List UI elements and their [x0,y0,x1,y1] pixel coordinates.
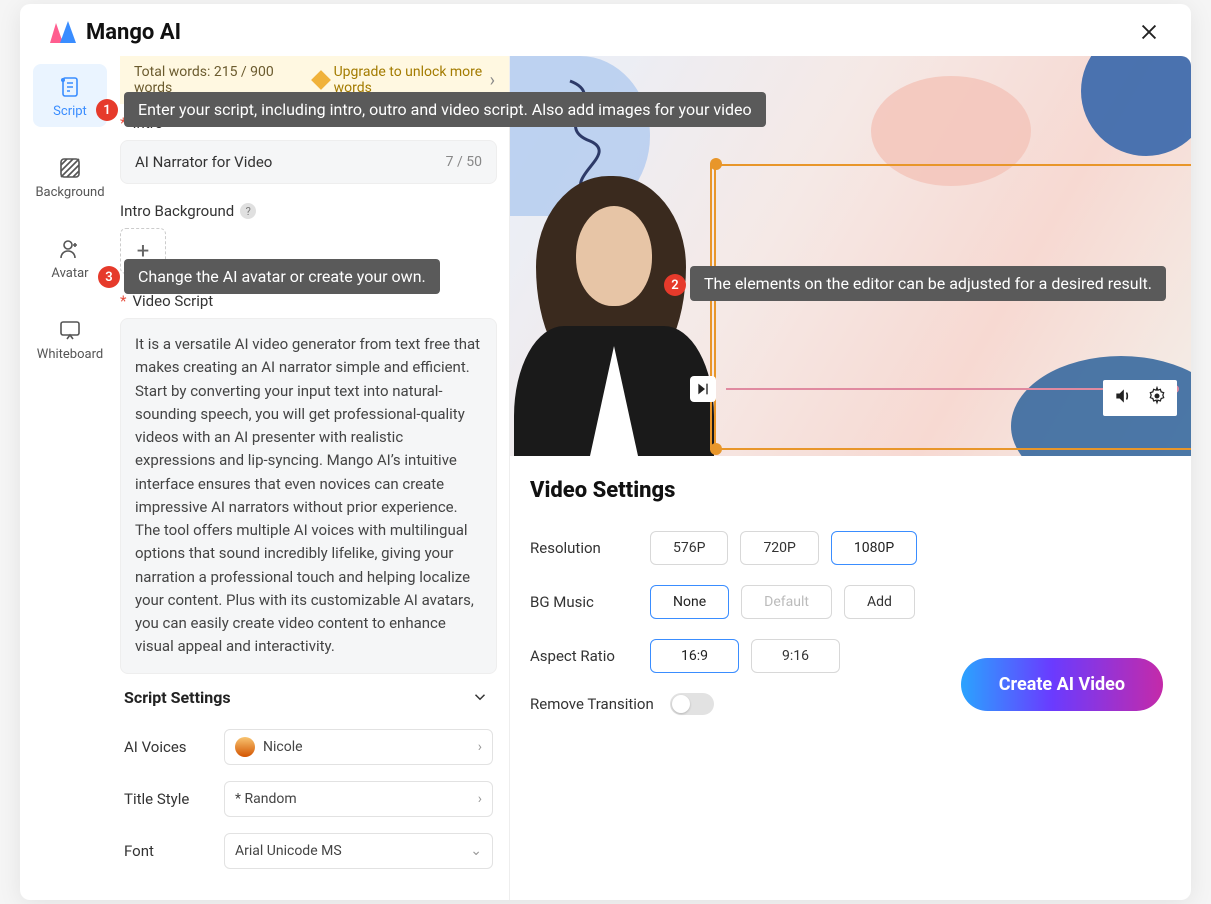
app-name: Mango AI [86,20,181,45]
sidebar-label: Avatar [51,266,88,281]
modal-body: Script Background Avatar Whiteboard Tota… [20,56,1191,900]
sidebar-label: Background [35,185,104,200]
resolution-720p[interactable]: 720P [740,531,818,565]
intro-char-count: 7 / 50 [446,154,482,170]
title-style-row: Title Style * Random › [120,773,497,825]
resolution-576p[interactable]: 576P [650,531,728,565]
app-logo: Mango AI [48,19,181,45]
chevron-down-icon [471,688,489,706]
tip-marker-1: 1 [96,99,118,121]
bg-music-add[interactable]: Add [844,585,915,619]
font-row: Font Arial Unicode MS ⌄ [120,825,497,877]
script-scroll[interactable]: * Intro AI Narrator for Video 7 / 50 Int… [120,104,509,900]
close-button[interactable] [1135,18,1163,46]
bg-music-default: Default [741,585,832,619]
skip-forward-button[interactable] [690,376,716,402]
chevron-right-icon: › [478,739,482,755]
video-settings-title: Video Settings [530,478,1167,503]
intro-bg-label: Intro Background ? [120,202,497,220]
tip-3: Change the AI avatar or create your own. [124,259,440,294]
avatar-placeholder[interactable] [510,166,714,456]
skip-forward-icon [695,381,711,397]
ai-voices-select[interactable]: Nicole › [224,729,493,765]
resize-handle[interactable] [710,443,722,455]
create-ai-video-button[interactable]: Create AI Video [961,658,1163,711]
video-script-textarea[interactable]: It is a versatile AI video generator fro… [120,318,497,674]
sidebar: Script Background Avatar Whiteboard [20,56,120,900]
background-icon [57,155,83,181]
volume-button[interactable] [1113,386,1133,410]
sidebar-item-script[interactable]: Script [33,64,107,127]
remove-transition-toggle[interactable] [670,693,714,715]
tip-2: The elements on the editor can be adjust… [690,266,1166,301]
modal-header: Mango AI [20,4,1191,56]
tip-marker-3: 3 [98,266,120,288]
resize-handle[interactable] [710,158,722,170]
aspect-16-9[interactable]: 16:9 [650,639,739,673]
video-settings-panel: Video Settings Resolution 576P 720P 1080… [510,456,1191,735]
video-script-label: * Video Script [120,292,497,310]
gear-icon [1147,386,1167,406]
script-icon [57,74,83,100]
resolution-row: Resolution 576P 720P 1080P [530,521,1167,575]
editor-modal: Mango AI Script Background Avatar Whiteb… [20,4,1191,900]
script-settings-toggle[interactable]: Script Settings [120,674,497,721]
chevron-right-icon: › [490,70,495,91]
tip-1: Enter your script, including intro, outr… [124,92,766,127]
chevron-right-icon: › [478,791,482,807]
sidebar-item-background[interactable]: Background [33,145,107,208]
aspect-9-16[interactable]: 9:16 [751,639,840,673]
sidebar-item-whiteboard[interactable]: Whiteboard [33,307,107,370]
bg-music-row: BG Music None Default Add [530,575,1167,629]
settings-button[interactable] [1147,386,1167,410]
sidebar-label: Script [53,104,87,119]
title-style-select[interactable]: * Random › [224,781,493,817]
font-select[interactable]: Arial Unicode MS ⌄ [224,833,493,869]
volume-icon [1113,386,1133,406]
logo-mark-icon [48,19,78,45]
intro-input[interactable]: AI Narrator for Video 7 / 50 [120,140,497,184]
whiteboard-icon [57,317,83,343]
tip-marker-2: 2 [664,274,686,296]
preview-column: Video Settings Resolution 576P 720P 1080… [510,56,1191,900]
ai-voices-row: AI Voices Nicole › [120,721,497,773]
script-panel: Total words: 215 / 900 words Upgrade to … [120,56,510,900]
diamond-icon [311,70,331,90]
selection-box[interactable] [710,164,716,450]
sidebar-label: Whiteboard [37,347,103,362]
bg-music-none[interactable]: None [650,585,729,619]
help-icon[interactable]: ? [240,203,256,219]
canvas-tools [1103,380,1177,416]
voice-avatar-icon [235,737,255,757]
avatar-icon [57,236,83,262]
close-icon [1138,21,1160,43]
resolution-1080p[interactable]: 1080P [831,531,917,565]
sidebar-item-avatar[interactable]: Avatar [33,226,107,289]
chevron-down-icon: ⌄ [470,843,482,859]
